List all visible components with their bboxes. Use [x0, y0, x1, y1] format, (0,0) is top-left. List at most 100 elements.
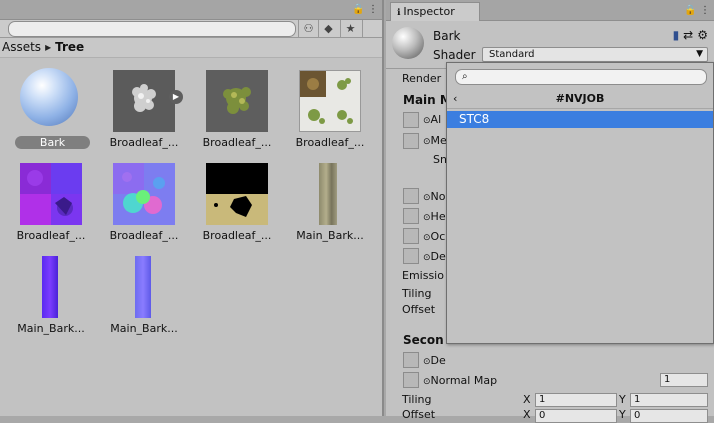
asset-label: Broadleaf_... [109, 229, 179, 242]
tab-inspector[interactable]: ℹ Inspector [390, 2, 480, 21]
asset-item-broadleaf-1[interactable]: Broadleaf_... [97, 66, 187, 152]
asset-item-main-bark-1[interactable]: Main_Bark... [283, 159, 373, 245]
normal-map-text: Normal Map [430, 374, 498, 387]
book-icon[interactable]: ▮ [673, 28, 680, 42]
project-tab-bar: 🔒 ⋮ [0, 0, 382, 20]
asset-item-broadleaf-6[interactable]: Broadleaf_... [190, 159, 280, 245]
albedo-label: ⊙Al [423, 113, 441, 126]
inspector-tab-bar: ℹ Inspector 🔒 ⋮ [386, 0, 714, 21]
detail-mask-texture-slot[interactable] [403, 248, 419, 264]
breadcrumb-assets[interactable]: Assets [2, 40, 41, 54]
offset-y-label: Y [619, 408, 626, 421]
metallic-texture-slot[interactable] [403, 133, 419, 149]
offset-y-field[interactable]: 0 [630, 409, 708, 423]
category-title: #NVJOB [555, 92, 605, 105]
detail-albedo-text: De [430, 354, 446, 367]
asset-label: Main_Bark... [17, 322, 85, 335]
tiling-y-label: Y [619, 393, 626, 406]
breadcrumb-tree[interactable]: Tree [55, 40, 84, 54]
gear-icon[interactable]: ⚙ [697, 28, 708, 42]
normal-map-scale-field[interactable]: 1 [660, 373, 708, 387]
filter-by-type-icon[interactable]: ⚇ [298, 20, 318, 38]
offset-x-label: X [523, 408, 531, 421]
texture-thumbnail [135, 256, 151, 318]
asset-item-main-bark-3[interactable]: Main_Bark... [97, 252, 187, 338]
shader-search-input[interactable]: ⌕ [455, 69, 707, 85]
chevron-down-icon: ▼ [696, 49, 703, 59]
shader-label: Shader [433, 48, 476, 62]
occlusion-texture-slot[interactable] [403, 228, 419, 244]
detail-albedo-label: ⊙De [423, 354, 446, 367]
shader-dropdown[interactable]: Standard ▼ [482, 47, 708, 62]
occlusion-label: ⊙Oc [423, 230, 445, 243]
emission-label: Emissio [402, 269, 444, 282]
project-toolbar: ⚇ ◆ ★ [0, 20, 382, 38]
albedo-texture-slot[interactable] [403, 112, 419, 128]
settings-sliders-icon[interactable]: ⇄ [683, 28, 693, 42]
asset-label: Broadleaf_... [202, 229, 272, 242]
asset-item-bark[interactable]: Bark [4, 66, 94, 152]
breadcrumb: Assets ▸ Tree [0, 38, 382, 58]
main-maps-heading: Main M [403, 93, 452, 107]
tiling-x-field[interactable]: 1 [535, 393, 617, 407]
project-search-input[interactable] [8, 21, 296, 37]
metallic-label: ⊙Me [423, 134, 447, 147]
play-icon[interactable]: ▶ [169, 90, 183, 104]
texture-thumbnail [299, 70, 361, 132]
detail-albedo-texture-slot[interactable] [403, 352, 419, 368]
asset-label: Broadleaf_... [16, 229, 86, 242]
asset-label: Broadleaf_... [109, 136, 179, 149]
texture-thumbnail [113, 70, 175, 132]
circle-icon: ⊙ [423, 357, 431, 367]
occlusion-text: Oc [430, 230, 446, 243]
breadcrumb-separator: ▸ [45, 40, 52, 54]
back-arrow-icon[interactable]: ‹ [453, 91, 457, 107]
lock-icon[interactable]: 🔒 ⋮ [684, 5, 710, 16]
info-icon: ℹ [397, 8, 401, 18]
rendering-mode-label: Render [402, 72, 442, 85]
height-text: He [430, 210, 446, 223]
filter-by-label-icon[interactable]: ◆ [318, 20, 338, 38]
circle-icon: ⊙ [423, 116, 431, 126]
normal-map-label: ⊙Normal Map [423, 374, 497, 387]
asset-label: Bark [15, 136, 90, 149]
detail-normal-texture-slot[interactable] [403, 372, 419, 388]
secondary-offset-label: Offset [402, 408, 436, 421]
offset-x-field[interactable]: 0 [535, 409, 617, 423]
asset-label: Broadleaf_... [202, 136, 272, 149]
lock-icon[interactable]: 🔒 ⋮ [352, 4, 378, 15]
texture-thumbnail [20, 163, 82, 225]
asset-label: Main_Bark... [296, 229, 364, 242]
asset-item-broadleaf-3[interactable]: Broadleaf_... [283, 66, 373, 152]
texture-thumbnail [113, 163, 175, 225]
shader-option-stc8[interactable]: STC8 [447, 111, 713, 128]
height-label: ⊙He [423, 210, 446, 223]
circle-icon: ⊙ [423, 213, 431, 223]
circle-icon: ⊙ [423, 233, 431, 243]
asset-label: Broadleaf_... [295, 136, 365, 149]
tiling-y-field[interactable]: 1 [630, 393, 708, 407]
circle-icon: ⊙ [423, 253, 431, 263]
smoothness-label: Sn [433, 153, 447, 166]
height-texture-slot[interactable] [403, 208, 419, 224]
detail-mask-text: De [430, 250, 446, 263]
albedo-text: Al [430, 113, 442, 126]
asset-item-broadleaf-5[interactable]: Broadleaf_... [97, 159, 187, 245]
tab-label: Inspector [403, 5, 455, 18]
asset-item-broadleaf-4[interactable]: Broadleaf_... [4, 159, 94, 245]
project-panel: 🔒 ⋮ ⚇ ◆ ★ Assets ▸ Tree Bark Broadleaf_.… [0, 0, 384, 416]
header-icons: ▮ ⇄ ⚙ [669, 28, 708, 42]
texture-thumbnail [319, 163, 337, 225]
secondary-maps-heading: Secon [403, 333, 444, 347]
texture-thumbnail [206, 163, 268, 225]
tiling-x-label: X [523, 393, 531, 406]
circle-icon: ⊙ [423, 377, 431, 387]
normal-texture-slot[interactable] [403, 188, 419, 204]
asset-item-broadleaf-2[interactable]: Broadleaf_... [190, 66, 280, 152]
asset-label: Main_Bark... [110, 322, 178, 335]
favorite-icon[interactable]: ★ [340, 20, 360, 38]
search-icon: ⌕ [462, 71, 468, 82]
circle-icon: ⊙ [423, 193, 431, 203]
asset-item-main-bark-2[interactable]: Main_Bark... [4, 252, 94, 338]
secondary-tiling-label: Tiling [402, 393, 432, 406]
